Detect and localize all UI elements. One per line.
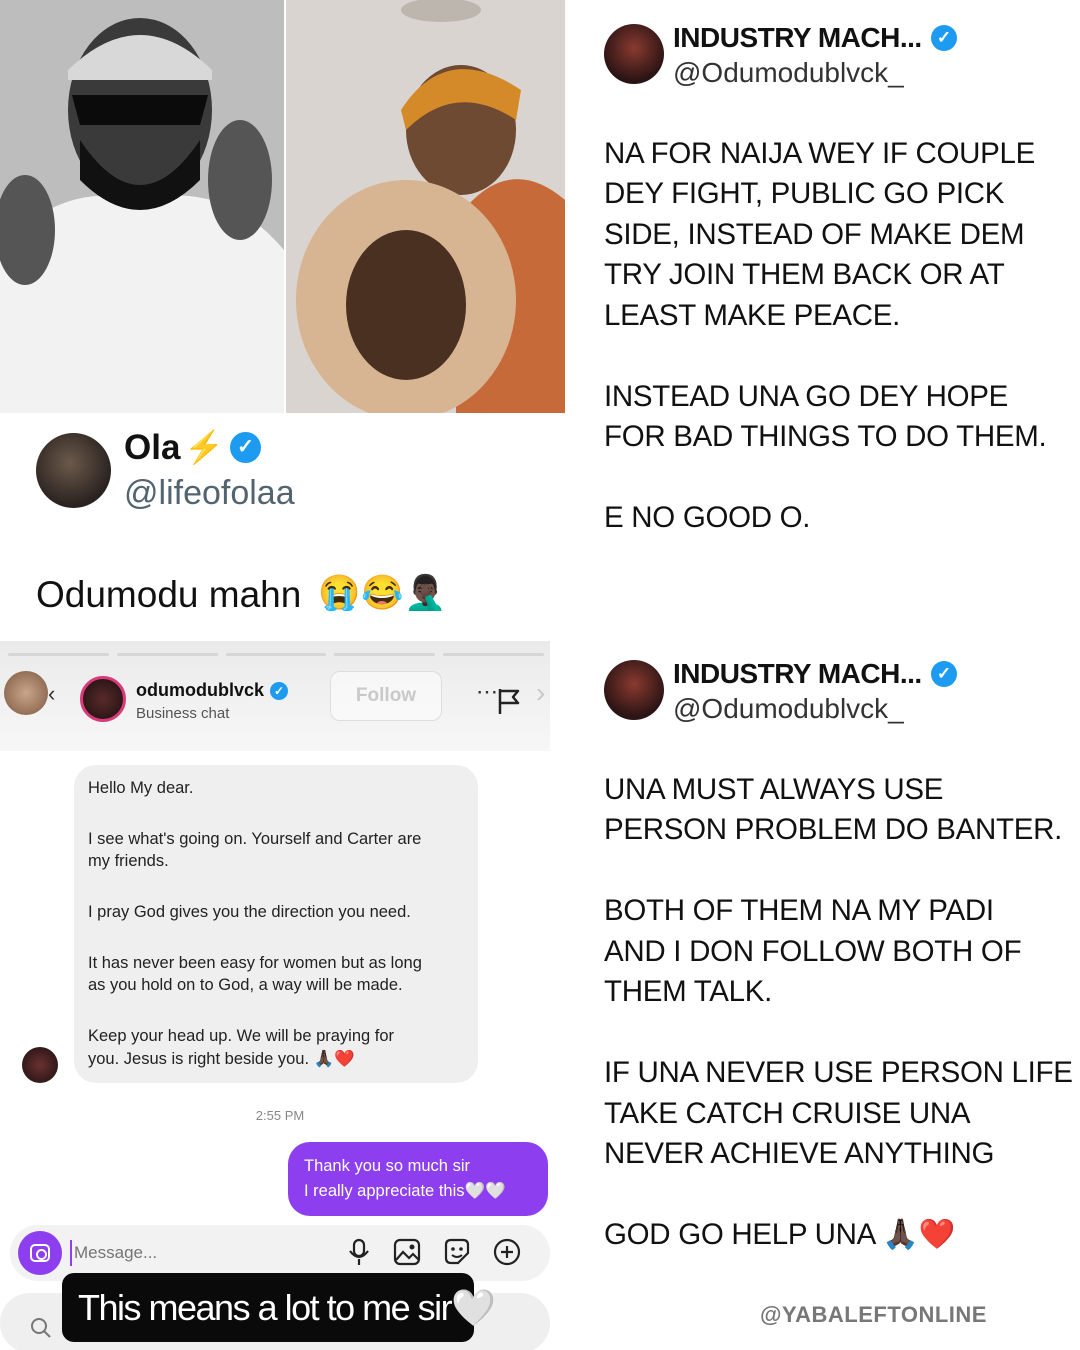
tweet2-line: NEVER ACHIEVE ANYTHING: [604, 1137, 995, 1170]
photo-couple: [286, 0, 565, 413]
tweet1-line: NA FOR NAIJA WEY IF COUPLE: [604, 137, 1035, 170]
message-line: my friends.: [88, 852, 169, 870]
message-line: I see what's going on. Yourself and Cart…: [88, 830, 422, 848]
outgoing-line: Thank you so much sir: [304, 1157, 470, 1175]
tweet1-line: FOR BAD THINGS TO DO THEM.: [604, 420, 1047, 453]
odumodu-avatar[interactable]: [604, 24, 664, 84]
message-line: Hello My dear.: [88, 779, 194, 797]
tweet2-line: UNA MUST ALWAYS USE: [604, 773, 944, 806]
photo-man-sunglasses: [0, 0, 284, 413]
flag-icon[interactable]: [496, 687, 522, 715]
tweet2-line: IF UNA NEVER USE PERSON LIFE: [604, 1056, 1073, 1089]
tweet1-display-name[interactable]: INDUSTRY MACH...: [673, 22, 922, 54]
message-line: as you hold on to God, a way will be mad…: [88, 976, 403, 994]
lightning-icon: ⚡: [184, 429, 224, 465]
dm-subtitle: Business chat: [136, 705, 230, 722]
message-line: It has never been easy for women but as …: [88, 954, 422, 972]
verified-badge-icon: ✓: [931, 25, 957, 51]
add-icon[interactable]: [492, 1237, 522, 1267]
message-timestamp: 2:55 PM: [255, 1108, 305, 1123]
ola-handle[interactable]: @lifeofolaa: [124, 474, 295, 513]
message-line: I pray God gives you the direction you n…: [88, 903, 411, 921]
story-avatar[interactable]: [4, 671, 48, 715]
dm-profile-avatar[interactable]: [80, 676, 126, 722]
tweet1-line: SIDE, INSTEAD OF MAKE DEM: [604, 218, 1025, 251]
search-icon[interactable]: [30, 1317, 52, 1339]
ola-tweet-text: Odumodu mahn: [36, 574, 302, 615]
tweet1-line: DEY FIGHT, PUBLIC GO PICK: [604, 177, 1005, 210]
microphone-icon[interactable]: [344, 1237, 374, 1267]
ola-display-name[interactable]: Ola: [124, 428, 180, 468]
more-options-icon[interactable]: ⋯: [476, 679, 498, 705]
tweet1-handle[interactable]: @Odumodublvck_: [673, 57, 904, 89]
crying-emoji: 😭: [318, 574, 361, 612]
tweet1-line: LEAST MAKE PEACE.: [604, 299, 901, 332]
dm-username[interactable]: odumodublvck: [136, 680, 264, 701]
watermark: @YABALEFTONLINE: [760, 1302, 987, 1327]
follow-button[interactable]: Follow: [330, 671, 442, 721]
tweet2-line: THEM TALK.: [604, 975, 773, 1008]
facepalm-emoji: 🤦🏿‍♂️: [404, 574, 447, 612]
tweet2-handle[interactable]: @Odumodublvck_: [673, 693, 904, 725]
outgoing-line: I really appreciate this🤍🤍: [304, 1182, 506, 1200]
tweet2-display-name[interactable]: INDUSTRY MACH...: [673, 658, 922, 690]
verified-badge-icon: ✓: [931, 661, 957, 687]
story-progress-bars: [8, 653, 544, 656]
dm-screenshot: ‹ odumodublvck ✓ Business chat Follow ⋯ …: [0, 641, 550, 1350]
message-line: you. Jesus is right beside you. 🙏🏿❤️: [88, 1050, 355, 1068]
tweet2-line: TAKE CATCH CRUISE UNA: [604, 1097, 971, 1130]
gallery-icon[interactable]: [392, 1237, 422, 1267]
verified-badge-icon: ✓: [270, 682, 288, 700]
laughing-emoji: 😂: [361, 574, 404, 612]
tweet2-line: AND I DON FOLLOW BOTH OF: [604, 935, 1022, 968]
tweet2-line: PERSON PROBLEM DO BANTER.: [604, 813, 1063, 846]
back-chevron-icon[interactable]: ‹: [48, 681, 55, 707]
tweet1-line: TRY JOIN THEM BACK OR AT: [604, 258, 1005, 291]
sticker-icon[interactable]: [442, 1237, 472, 1267]
sender-avatar[interactable]: [22, 1047, 58, 1083]
message-input[interactable]: [70, 1240, 270, 1266]
tweet2-line: GOD GO HELP UNA 🙏🏿❤️: [604, 1218, 956, 1251]
message-line: Keep your head up. We will be praying fo…: [88, 1027, 395, 1045]
verified-badge-icon: ✓: [230, 432, 261, 463]
odumodu-avatar[interactable]: [604, 660, 664, 720]
tweet1-line: INSTEAD UNA GO DEY HOPE: [604, 380, 1009, 413]
tweet1-line: E NO GOOD O.: [604, 501, 811, 534]
caption-overlay: This means a lot to me sir🤍: [62, 1273, 496, 1342]
next-chevron-icon[interactable]: ›: [536, 677, 545, 709]
camera-icon: [30, 1244, 50, 1262]
camera-button[interactable]: [18, 1231, 62, 1275]
tweet2-line: BOTH OF THEM NA MY PADI: [604, 894, 994, 927]
ola-avatar[interactable]: [36, 433, 111, 508]
outgoing-message-bubble: Thank you so much sir I really appreciat…: [288, 1142, 548, 1216]
